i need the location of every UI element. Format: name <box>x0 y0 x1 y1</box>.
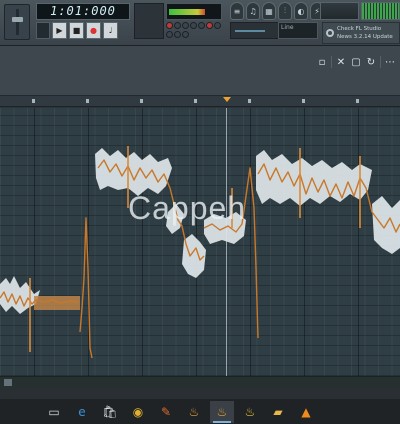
window-controls: ▫ ✕ ▢ ↻ ⋯ <box>316 56 396 68</box>
detach-icon: ▫ <box>318 56 326 68</box>
cpu-graph <box>320 2 359 20</box>
note-blob[interactable] <box>256 150 372 206</box>
playlist-icon: ≡ <box>233 6 241 16</box>
record-option-button[interactable] <box>174 31 181 38</box>
fl-studio-button-active[interactable]: ♨ <box>210 400 234 423</box>
task-view-icon: ▭ <box>48 404 60 419</box>
piano-roll-icon: ♫ <box>249 6 257 16</box>
scrollbar-thumb[interactable] <box>4 379 12 386</box>
output-meter <box>166 3 222 20</box>
playhead-marker[interactable] <box>223 97 231 102</box>
options-icon: ⋯ <box>385 56 395 68</box>
channel-rack-icon: ▦ <box>265 6 273 16</box>
browser-button[interactable]: ◐ <box>294 2 308 20</box>
chrome-icon: ◉ <box>132 404 144 419</box>
timeline-ruler[interactable] <box>0 96 400 107</box>
window-shortcuts: ≡ ♫ ▦ ⫶ ◐ ⚡ <box>230 2 324 20</box>
slider-knob[interactable] <box>12 17 23 22</box>
performance-monitors <box>320 2 400 20</box>
edge-icon: e <box>78 404 86 419</box>
news-text: Check FL Studio News 3.2.14 Update <box>337 26 393 40</box>
tempo-panel[interactable] <box>134 3 164 39</box>
task-view-button[interactable]: ▭ <box>42 401 66 423</box>
record-option-button[interactable] <box>214 22 221 29</box>
play-icon: ▶ <box>56 26 63 35</box>
close-icon: ✕ <box>336 56 346 68</box>
memory-meter <box>361 2 400 20</box>
minimize-icon: ↻ <box>366 56 376 68</box>
channel-rack-button[interactable]: ▦ <box>262 2 276 20</box>
slider-track <box>16 9 19 35</box>
record-option-button[interactable] <box>166 31 173 38</box>
vlc-button[interactable]: ▲ <box>294 401 318 423</box>
status-bar <box>0 388 400 399</box>
record-option-button[interactable] <box>182 31 189 38</box>
fl-studio-icon-2: ♨ <box>216 404 228 419</box>
maximize-icon: ▢ <box>351 56 361 68</box>
record-icon: ● <box>90 26 97 35</box>
snap-selector[interactable]: Line <box>278 22 318 39</box>
chrome-button[interactable]: ◉ <box>126 401 150 423</box>
tempo-button[interactable]: ♩ <box>103 22 118 39</box>
files-button[interactable]: ▰ <box>266 401 290 423</box>
separator <box>331 56 332 68</box>
pattern-indicator <box>235 30 265 32</box>
record-option-button[interactable] <box>206 22 213 29</box>
record-button[interactable]: ● <box>86 22 101 39</box>
record-option-button[interactable] <box>174 22 181 29</box>
recording-options <box>166 22 226 39</box>
record-option-button[interactable] <box>198 22 205 29</box>
note-blob[interactable] <box>95 148 172 196</box>
meter-level <box>169 9 205 15</box>
stop-icon: ■ <box>72 26 81 35</box>
master-volume-slider[interactable] <box>4 4 30 40</box>
pitch-curve[interactable] <box>79 217 93 359</box>
record-option-button[interactable] <box>182 22 189 29</box>
transport-controls: ▶ ■ ● ♩ <box>52 22 118 39</box>
play-button[interactable]: ▶ <box>52 22 67 39</box>
mixer-icon: ⫶ <box>284 6 286 15</box>
plug-icon: ⚡ <box>314 6 320 16</box>
song-time-display[interactable]: 1:01:000 <box>36 3 130 20</box>
record-option-button[interactable] <box>166 22 173 29</box>
store-icon: 🛍 <box>102 404 118 419</box>
watermark-text: Cappeh <box>128 190 247 226</box>
fl-studio-button-3[interactable]: ♨ <box>238 401 262 423</box>
fl-studio-icon: ♨ <box>188 404 200 419</box>
edge-button[interactable]: e <box>70 401 94 423</box>
options-button[interactable]: ⋯ <box>384 56 396 68</box>
sketch-button[interactable]: ✎ <box>154 401 178 423</box>
pitch-notes-layer <box>0 146 400 359</box>
pattern-song-toggle[interactable] <box>36 22 50 39</box>
news-panel[interactable]: Check FL Studio News 3.2.14 Update <box>322 22 400 44</box>
detach-button[interactable]: ▫ <box>316 56 328 68</box>
windows-taskbar: ▭ e 🛍 ◉ ✎ ♨ ♨ ♨ ▰ ▲ <box>0 399 400 424</box>
playlist-button[interactable]: ≡ <box>230 2 244 20</box>
vlc-icon: ▲ <box>301 404 311 419</box>
minimize-button[interactable]: ↻ <box>365 56 377 68</box>
maximize-button[interactable]: ▢ <box>350 56 362 68</box>
sketch-icon: ✎ <box>160 404 172 419</box>
note-block[interactable] <box>34 296 80 310</box>
record-option-button[interactable] <box>190 22 197 29</box>
gear-icon <box>326 29 334 37</box>
browser-icon: ◐ <box>297 6 305 16</box>
stop-button[interactable]: ■ <box>69 22 84 39</box>
files-icon: ▰ <box>273 404 283 419</box>
mixer-button[interactable]: ⫶ <box>278 2 292 20</box>
horizontal-scrollbar[interactable] <box>0 376 400 388</box>
fl-studio-icon-3: ♨ <box>244 404 256 419</box>
main-toolbar: 1:01:000 ▶ ■ ● ♩ ≡ ♫ ▦ ⫶ ◐ ⚡ Line Check … <box>0 0 400 46</box>
metronome-icon: ♩ <box>108 26 113 35</box>
piano-roll-button[interactable]: ♫ <box>246 2 260 20</box>
editor-window-header: ▫ ✕ ▢ ↻ ⋯ <box>0 46 400 96</box>
store-button[interactable]: 🛍 <box>98 401 122 423</box>
fl-studio-button[interactable]: ♨ <box>182 401 206 423</box>
close-button[interactable]: ✕ <box>335 56 347 68</box>
separator <box>380 56 381 68</box>
